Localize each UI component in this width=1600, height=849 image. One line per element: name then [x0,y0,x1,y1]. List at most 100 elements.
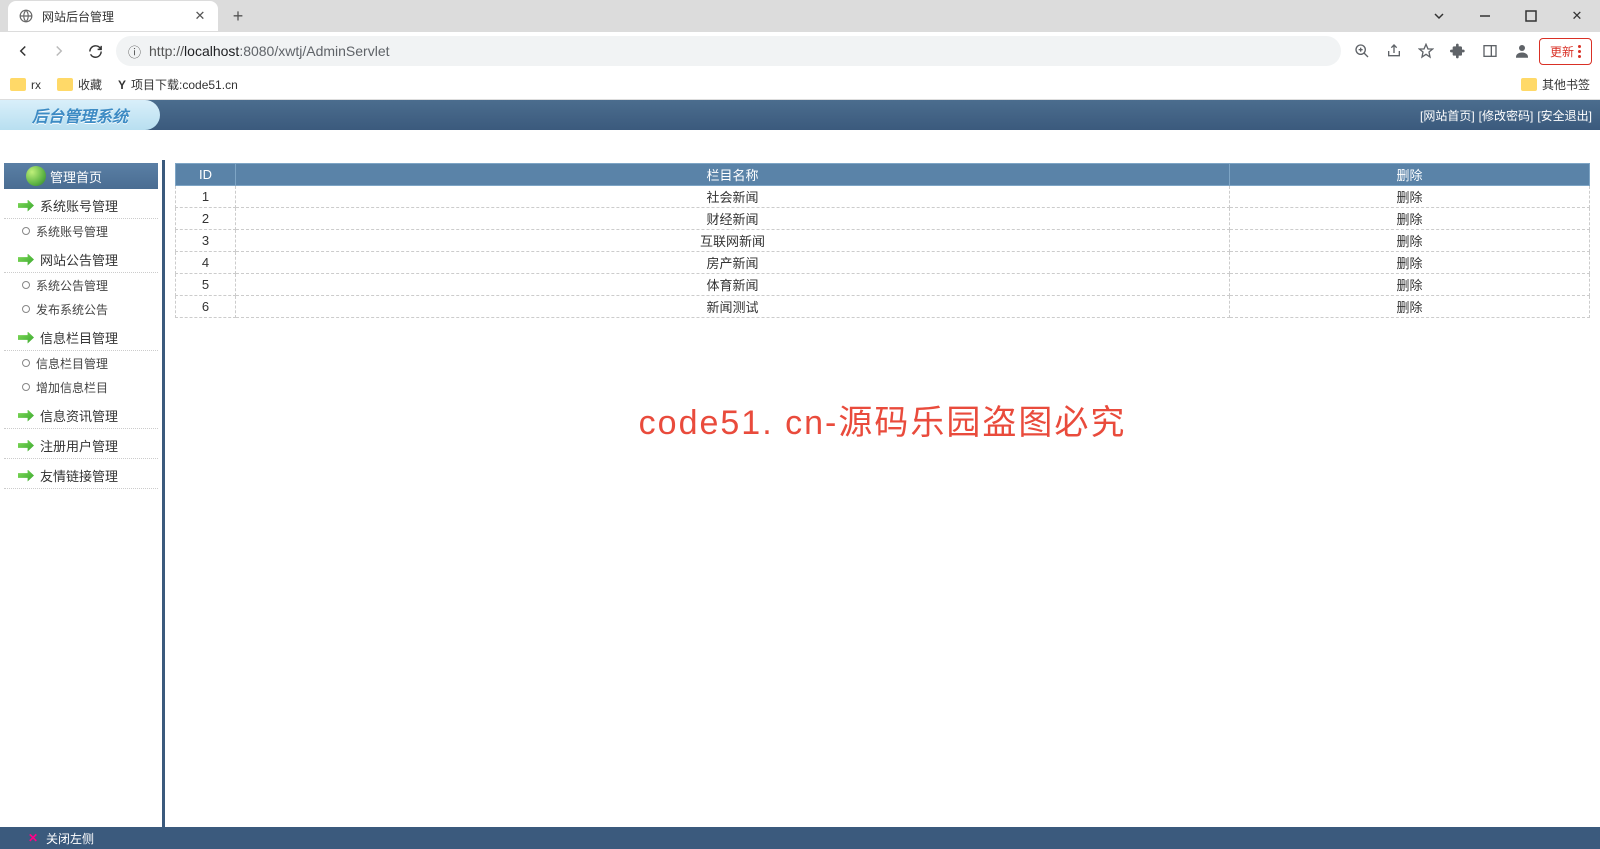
browser-tab[interactable]: 网站后台管理 ✕ [8,1,218,31]
arrow-icon [18,332,34,344]
table-header-row: ID 栏目名称 删除 [176,164,1590,186]
delete-link[interactable]: 删除 [1396,278,1422,293]
sidebar-category-label: 注册用户管理 [40,436,118,455]
address-bar: ⓘ http://localhost:8080/xwtj/AdminServle… [0,32,1600,70]
update-button[interactable]: 更新 [1539,38,1592,65]
delete-link[interactable]: 删除 [1396,212,1422,227]
close-window-button[interactable]: ✕ [1554,0,1600,32]
logo-block: 后台管理系统 [0,100,160,130]
globe-icon [26,166,46,186]
arrow-icon [18,470,34,482]
maximize-button[interactable] [1508,0,1554,32]
extensions-icon[interactable] [1443,36,1473,66]
bookmark-rx[interactable]: rx [10,78,41,92]
table-row: 5体育新闻 删除 [176,274,1590,296]
table-row: 1社会新闻 删除 [176,186,1590,208]
sidebar-category-label: 信息栏目管理 [40,328,118,347]
cell-id: 4 [176,252,236,274]
site-icon: Y [118,78,126,92]
sidebar-category[interactable]: 注册用户管理 [4,433,158,459]
th-id: ID [176,164,236,186]
url-input[interactable]: ⓘ http://localhost:8080/xwtj/AdminServle… [116,36,1341,66]
app-header: 后台管理系统 [网站首页] [修改密码] [安全退出] [0,100,1600,130]
logo-text: 后台管理系统 [32,103,128,127]
close-icon[interactable]: ✕ [28,831,38,845]
sidebar-subitem[interactable]: 系统账号管理 [0,219,162,243]
sidebar-category-label: 信息资讯管理 [40,406,118,425]
url-host: localhost [184,43,239,59]
star-icon[interactable] [1411,36,1441,66]
bookmark-code51[interactable]: Y项目下载:code51.cn [118,76,238,93]
cell-delete: 删除 [1230,186,1590,208]
sidebar-home[interactable]: 管理首页 [4,163,158,189]
reload-button[interactable] [80,36,110,66]
folder-icon [1521,78,1537,91]
url-scheme: http:// [149,43,184,59]
update-label: 更新 [1550,43,1574,60]
category-table: ID 栏目名称 删除 1社会新闻删除2财经新闻删除3互联网新闻删除4房产新闻删除… [175,163,1590,318]
back-button[interactable] [8,36,38,66]
close-left-panel[interactable]: 关闭左侧 [46,830,94,847]
sidepanel-icon[interactable] [1475,36,1505,66]
share-icon[interactable] [1379,36,1409,66]
arrow-icon [18,440,34,452]
sidebar-category[interactable]: 友情链接管理 [4,463,158,489]
delete-link[interactable]: 删除 [1396,190,1422,205]
url-port: :8080 [239,43,274,59]
content: ID 栏目名称 删除 1社会新闻删除2财经新闻删除3互联网新闻删除4房产新闻删除… [165,160,1600,827]
table-row: 2财经新闻 删除 [176,208,1590,230]
url-path: /xwtj/AdminServlet [274,43,389,59]
tab-title: 网站后台管理 [42,8,192,25]
sidebar-subitem[interactable]: 增加信息栏目 [0,375,162,399]
bookmark-bar: rx 收藏 Y项目下载:code51.cn 其他书签 [0,70,1600,100]
link-change-password[interactable]: [修改密码] [1479,107,1534,124]
window-controls: ✕ [1416,0,1600,32]
sidebar-subitem[interactable]: 信息栏目管理 [0,351,162,375]
spacer [0,130,1600,160]
cell-id: 1 [176,186,236,208]
forward-button[interactable] [44,36,74,66]
table-row: 6新闻测试删除 [176,296,1590,318]
cell-id: 6 [176,296,236,318]
th-name: 栏目名称 [236,164,1230,186]
site-info-icon[interactable]: ⓘ [128,42,141,61]
bookmark-other[interactable]: 其他书签 [1521,76,1590,93]
bookmark-favorites[interactable]: 收藏 [57,76,102,93]
th-delete: 删除 [1230,164,1590,186]
sidebar: 管理首页 系统账号管理系统账号管理网站公告管理系统公告管理发布系统公告信息栏目管… [0,160,165,827]
close-icon[interactable]: ✕ [192,8,208,24]
minimize-button[interactable] [1462,0,1508,32]
sidebar-category[interactable]: 网站公告管理 [4,247,158,273]
table-row: 4房产新闻删除 [176,252,1590,274]
cell-delete: 删除 [1230,252,1590,274]
profile-icon[interactable] [1507,36,1537,66]
cell-name: 财经新闻 [236,208,1230,230]
arrow-icon [18,410,34,422]
cell-delete: 删除 [1230,274,1590,296]
new-tab-button[interactable]: + [224,2,252,30]
cell-name: 社会新闻 [236,186,1230,208]
globe-icon [18,8,34,24]
sidebar-subitem[interactable]: 发布系统公告 [0,297,162,321]
zoom-icon[interactable] [1347,36,1377,66]
sidebar-category[interactable]: 信息栏目管理 [4,325,158,351]
delete-link[interactable]: 删除 [1396,256,1422,271]
tab-bar: 网站后台管理 ✕ + ✕ [0,0,1600,32]
dropdown-icon[interactable] [1416,0,1462,32]
sidebar-subitem[interactable]: 系统公告管理 [0,273,162,297]
cell-id: 2 [176,208,236,230]
watermark-text: code51. cn-源码乐园盗图必究 [165,395,1600,444]
link-logout[interactable]: [安全退出] [1537,107,1592,124]
link-site-home[interactable]: [网站首页] [1420,107,1475,124]
cell-id: 3 [176,230,236,252]
sidebar-category-label: 系统账号管理 [40,196,118,215]
sidebar-category[interactable]: 系统账号管理 [4,193,158,219]
table-row: 3互联网新闻删除 [176,230,1590,252]
delete-link[interactable]: 删除 [1396,234,1422,249]
arrow-icon [18,254,34,266]
delete-link[interactable]: 删除 [1396,300,1422,315]
header-links: [网站首页] [修改密码] [安全退出] [1420,107,1600,124]
cell-id: 5 [176,274,236,296]
sidebar-category[interactable]: 信息资讯管理 [4,403,158,429]
cell-name: 体育新闻 [236,274,1230,296]
